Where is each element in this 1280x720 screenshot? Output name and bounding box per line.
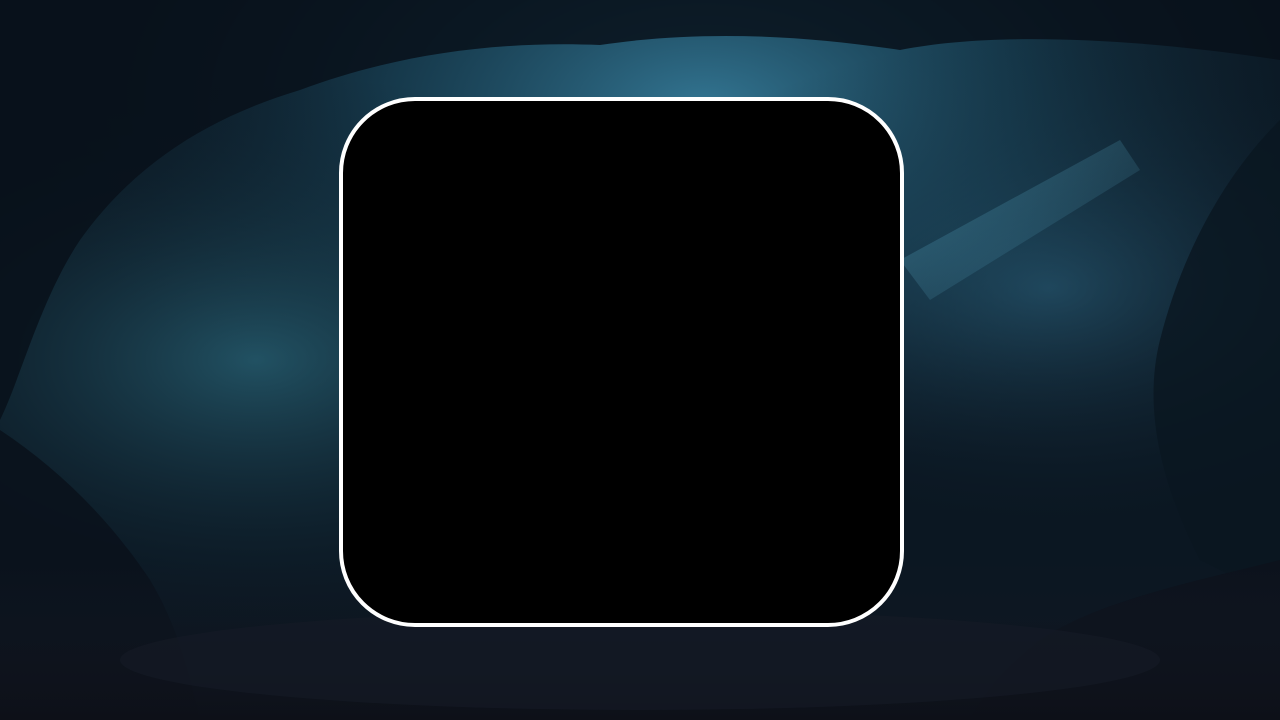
game-scene — [0, 0, 1280, 720]
game-viewport-panel — [339, 97, 904, 627]
